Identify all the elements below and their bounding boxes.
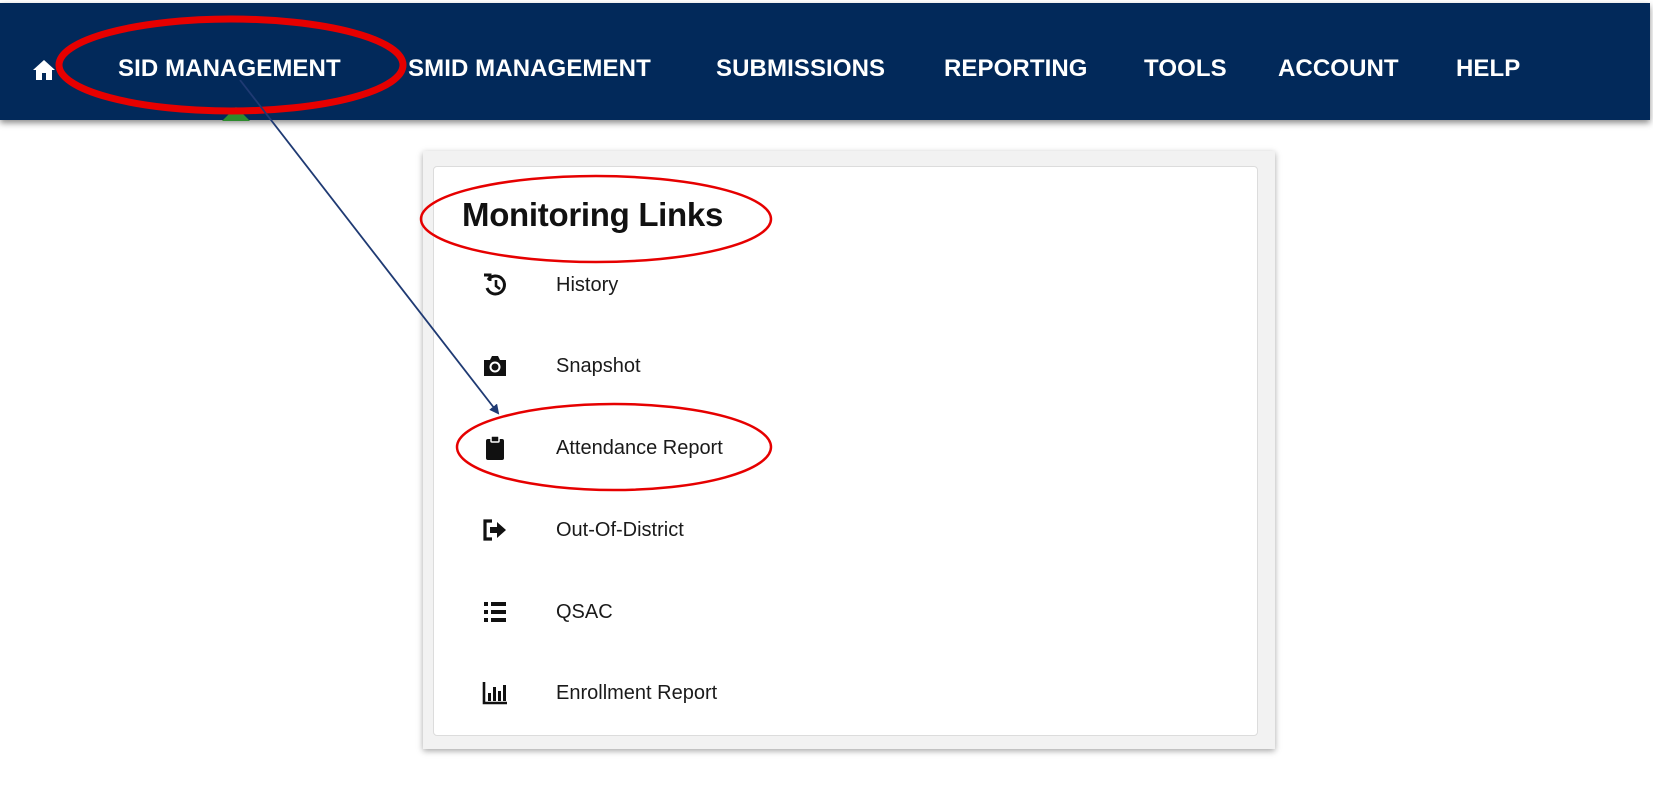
top-navigation-bar: SID MANAGEMENT SMID MANAGEMENT SUBMISSIO…: [0, 3, 1650, 121]
link-out-of-district-label: Out-Of-District: [556, 519, 684, 541]
nav-tools[interactable]: TOOLS: [1144, 55, 1227, 83]
bar-chart-icon: [482, 682, 507, 705]
list-icon: [484, 602, 506, 622]
active-nav-indicator: [222, 107, 250, 121]
link-qsac[interactable]: QSAC: [470, 591, 1070, 631]
link-snapshot-label: Snapshot: [556, 355, 641, 377]
link-out-of-district[interactable]: Out-Of-District: [470, 509, 1070, 549]
link-snapshot[interactable]: Snapshot: [470, 345, 1070, 385]
nav-smid-management[interactable]: SMID MANAGEMENT: [408, 55, 651, 83]
link-history-label: History: [556, 274, 619, 296]
link-enrollment-report-label: Enrollment Report: [556, 682, 718, 704]
link-history[interactable]: History: [470, 264, 1070, 304]
link-enrollment-report[interactable]: Enrollment Report: [470, 672, 1070, 712]
link-attendance-report-label: Attendance Report: [556, 437, 723, 459]
nav-account[interactable]: ACCOUNT: [1278, 55, 1399, 83]
home-icon[interactable]: [32, 59, 56, 81]
nav-sid-management[interactable]: SID MANAGEMENT: [118, 55, 341, 83]
nav-submissions[interactable]: SUBMISSIONS: [716, 55, 885, 83]
camera-icon: [484, 356, 506, 376]
link-qsac-label: QSAC: [556, 601, 613, 623]
sign-out-icon: [483, 519, 506, 541]
panel-title: Monitoring Links: [462, 196, 724, 233]
history-icon: [484, 273, 506, 296]
link-attendance-report[interactable]: Attendance Report: [470, 427, 1070, 467]
nav-reporting[interactable]: REPORTING: [944, 55, 1088, 83]
clipboard-icon: [486, 435, 504, 460]
nav-help[interactable]: HELP: [1456, 55, 1520, 83]
